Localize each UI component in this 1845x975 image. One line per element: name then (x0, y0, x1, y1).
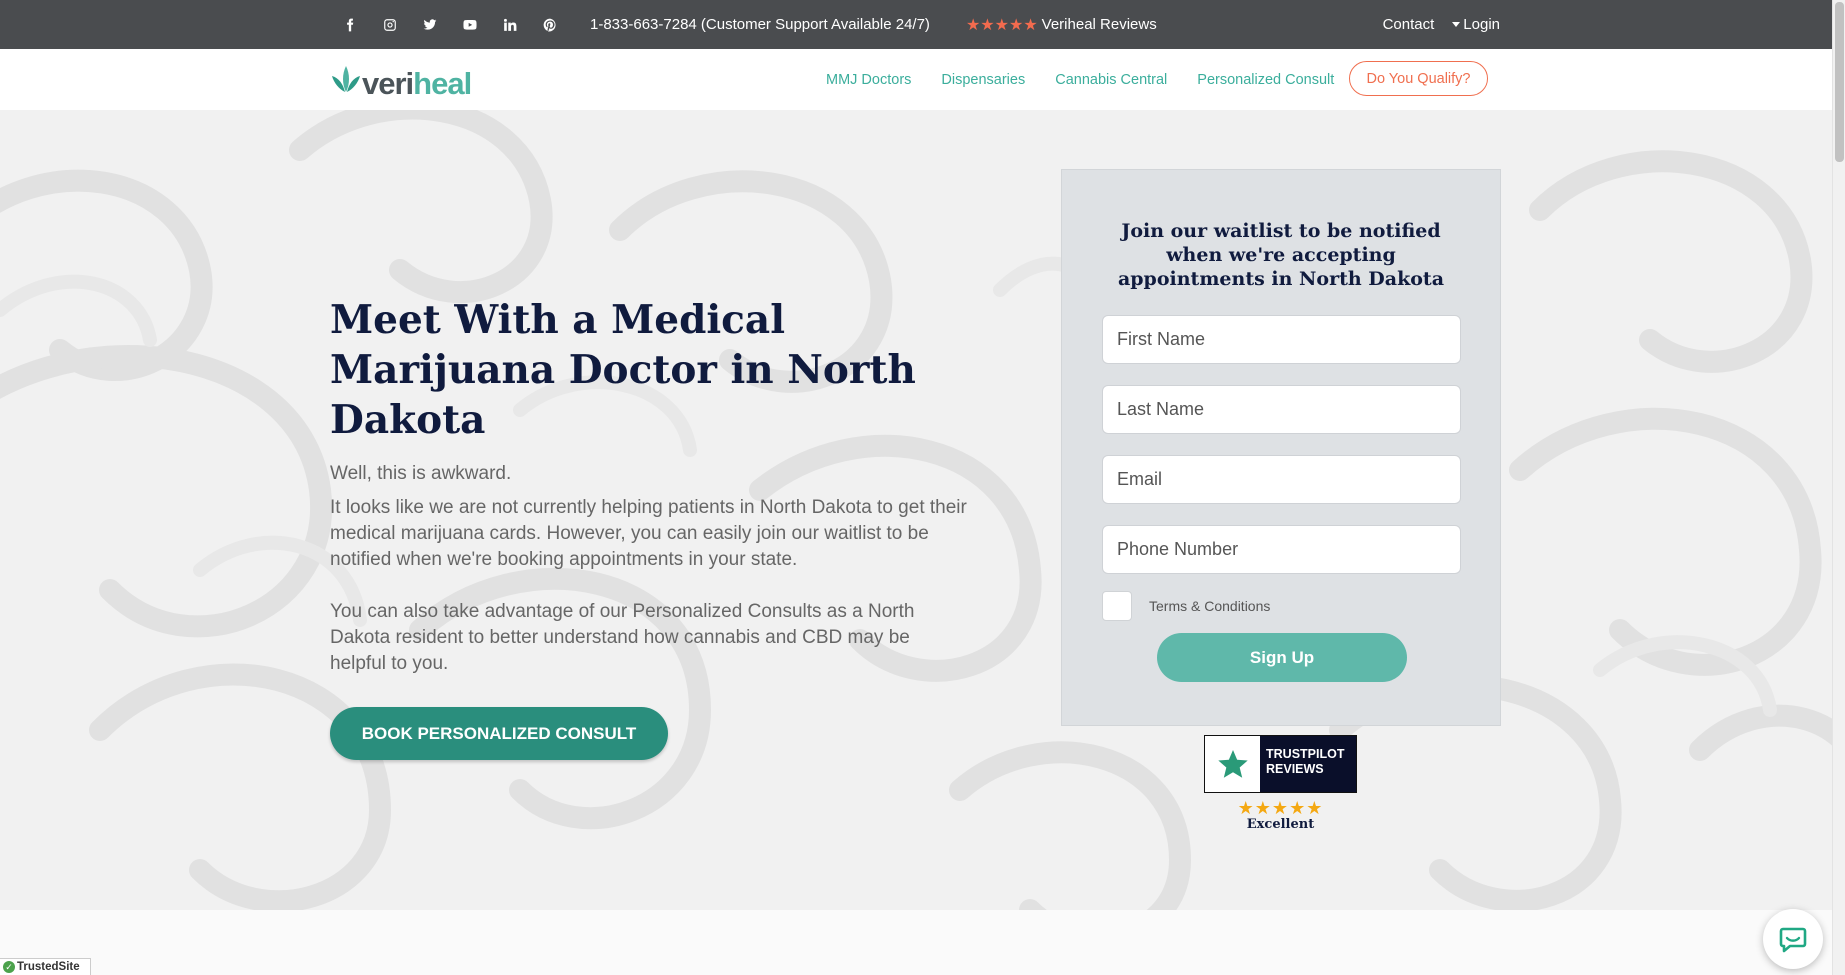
trustpilot-rating: Excellent (1246, 817, 1315, 832)
social-links (330, 0, 570, 49)
twitter-icon[interactable] (410, 0, 450, 49)
trustpilot-stars-icon: ★★★★★ (1237, 798, 1324, 818)
do-you-qualify-button[interactable]: Do You Qualify? (1349, 61, 1488, 96)
site-header: veriheal MMJ Doctors Dispensaries Cannab… (0, 49, 1832, 110)
hero-paragraph: It looks like we are not currently helpi… (330, 497, 967, 570)
top-bar: 1-833-663-7284 (Customer Support Availab… (0, 0, 1832, 49)
rating-stars-icon: ★★★★★ (965, 16, 1038, 34)
pinterest-icon[interactable] (530, 0, 570, 49)
phone-field[interactable]: Phone Number (1102, 525, 1461, 574)
trustedsite-label: TrustedSite (17, 961, 80, 973)
hero-lead: Well, this is awkward. (330, 463, 512, 484)
form-title: Join our waitlist to be notified when we… (1117, 220, 1445, 290)
contact-link[interactable]: Contact (1383, 16, 1435, 33)
main-nav: MMJ Doctors Dispensaries Cannabis Centra… (826, 49, 1334, 110)
nav-personalized-consult[interactable]: Personalized Consult (1197, 72, 1334, 88)
trustpilot-line1: TRUSTPILOT (1266, 747, 1345, 761)
nav-mmj-doctors[interactable]: MMJ Doctors (826, 72, 911, 88)
login-link[interactable]: Login (1452, 16, 1500, 33)
instagram-icon[interactable] (370, 0, 410, 49)
email-field[interactable]: Email (1102, 455, 1461, 504)
scrollbar-thumb[interactable] (1835, 2, 1844, 162)
trustpilot-widget[interactable]: TRUSTPILOT REVIEWS ★★★★★ Excellent (1204, 735, 1357, 832)
linkedin-icon[interactable] (490, 0, 530, 49)
veriheal-logo[interactable]: veriheal (330, 64, 472, 101)
trustpilot-line2: REVIEWS (1266, 762, 1324, 776)
book-consult-button[interactable]: BOOK PERSONALIZED CONSULT (330, 707, 668, 760)
page-scrollbar[interactable] (1832, 0, 1845, 975)
hero-section: Meet With a Medical Marijuana Doctor in … (0, 110, 1832, 910)
youtube-icon[interactable] (450, 0, 490, 49)
last-name-field[interactable]: Last Name (1102, 385, 1461, 434)
facebook-icon[interactable] (330, 0, 370, 49)
terms-link[interactable]: Terms & Conditions (1149, 598, 1270, 614)
nav-cannabis-central[interactable]: Cannabis Central (1055, 72, 1167, 88)
hero-content: Meet With a Medical Marijuana Doctor in … (330, 295, 970, 760)
terms-checkbox[interactable] (1102, 591, 1132, 621)
hero-paragraph: You can also take advantage of our Perso… (330, 601, 915, 674)
waitlist-form: Join our waitlist to be notified when we… (1061, 169, 1501, 726)
support-phone[interactable]: 1-833-663-7284 (Customer Support Availab… (590, 16, 930, 33)
trustpilot-star-icon (1205, 736, 1260, 792)
next-section (0, 910, 1832, 975)
check-icon: ✓ (3, 961, 15, 973)
page-title: Meet With a Medical Marijuana Doctor in … (330, 297, 916, 443)
sign-up-button[interactable]: Sign Up (1157, 633, 1407, 682)
caret-down-icon (1452, 22, 1461, 27)
chat-widget-button[interactable] (1763, 909, 1823, 969)
trustedsite-badge[interactable]: ✓ TrustedSite (0, 958, 91, 975)
login-label: Login (1463, 16, 1500, 33)
logo-wordmark: veriheal (362, 66, 472, 101)
reviews-label: Veriheal Reviews (1041, 16, 1157, 33)
leaf-logo-icon (330, 64, 362, 99)
first-name-field[interactable]: First Name (1102, 315, 1461, 364)
reviews-link[interactable]: ★★★★★ Veriheal Reviews (966, 15, 1157, 35)
chat-bubble-icon (1779, 927, 1807, 953)
nav-dispensaries[interactable]: Dispensaries (941, 72, 1025, 88)
trustpilot-badge: TRUSTPILOT REVIEWS (1204, 735, 1357, 793)
